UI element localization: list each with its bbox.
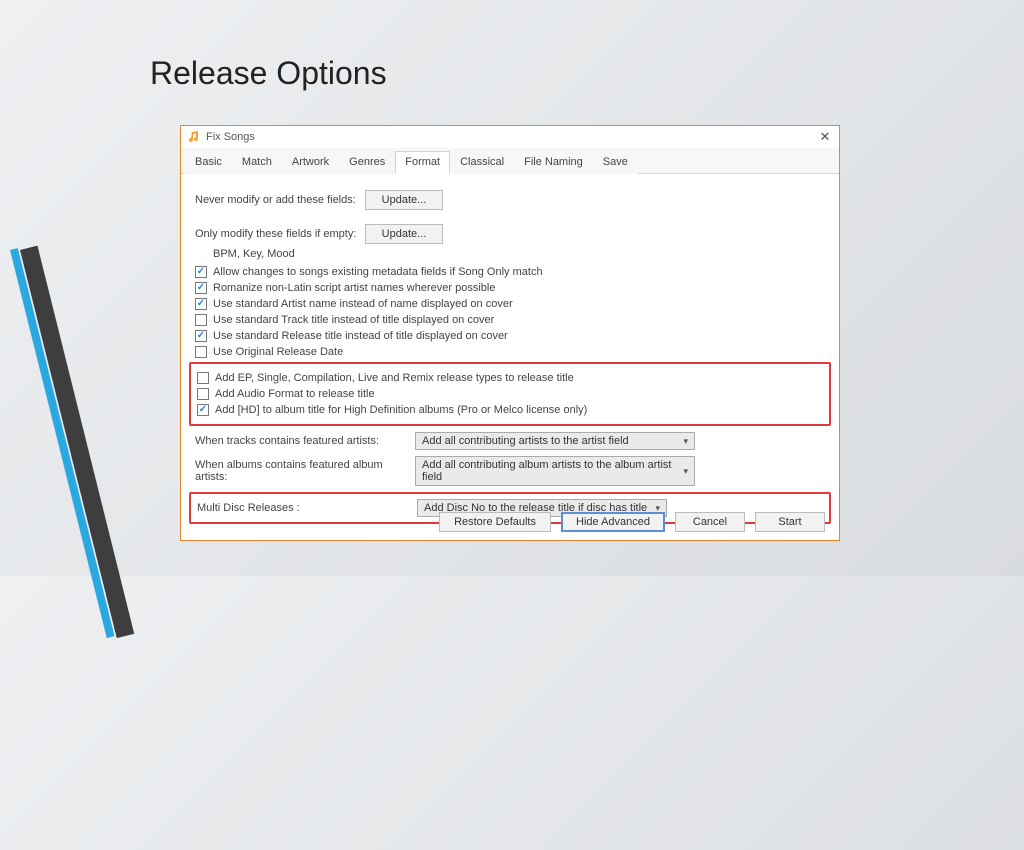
highlighted-release-options: Add EP, Single, Compilation, Live and Re…	[189, 362, 831, 426]
only-modify-values: BPM, Key, Mood	[213, 248, 825, 260]
checkbox-row: Use standard Artist name instead of name…	[195, 298, 825, 310]
checkbox-row: Add Audio Format to release title	[197, 388, 823, 400]
tab-file-naming[interactable]: File Naming	[514, 151, 593, 174]
featured-artists-select[interactable]: Add all contributing artists to the arti…	[415, 432, 695, 450]
checkbox-row: Use Original Release Date	[195, 346, 825, 358]
chevron-down-icon: ▾	[683, 466, 688, 477]
slide-decoration	[0, 0, 200, 850]
app-icon	[187, 130, 201, 144]
checkbox-row: Romanize non-Latin script artist names w…	[195, 282, 825, 294]
featured-artists-label: When tracks contains featured artists:	[195, 435, 415, 447]
featured-album-value: Add all contributing album artists to th…	[422, 459, 683, 483]
checkbox-row: Add EP, Single, Compilation, Live and Re…	[197, 372, 823, 384]
checkbox-label: Add [HD] to album title for High Definit…	[215, 404, 587, 416]
checkbox[interactable]	[195, 266, 207, 278]
checkbox-row: Use standard Release title instead of ti…	[195, 330, 825, 342]
checkbox[interactable]	[195, 282, 207, 294]
tab-artwork[interactable]: Artwork	[282, 151, 339, 174]
hide-advanced-button[interactable]: Hide Advanced	[561, 512, 665, 532]
chevron-down-icon: ▾	[683, 436, 688, 447]
tab-classical[interactable]: Classical	[450, 151, 514, 174]
titlebar: Fix Songs ✕	[181, 126, 839, 148]
restore-defaults-button[interactable]: Restore Defaults	[439, 512, 551, 532]
never-modify-update-button[interactable]: Update...	[365, 190, 443, 210]
checkbox[interactable]	[195, 346, 207, 358]
only-modify-row: Only modify these fields if empty: Updat…	[195, 224, 825, 244]
only-modify-label: Only modify these fields if empty:	[195, 228, 365, 240]
slide-title: Release Options	[150, 55, 387, 92]
tab-genres[interactable]: Genres	[339, 151, 395, 174]
window-title: Fix Songs	[206, 131, 817, 143]
start-button[interactable]: Start	[755, 512, 825, 532]
checkbox-list: Allow changes to songs existing metadata…	[195, 266, 825, 358]
never-modify-row: Never modify or add these fields: Update…	[195, 190, 825, 210]
multi-disc-label: Multi Disc Releases :	[197, 502, 417, 514]
checkbox-row: Allow changes to songs existing metadata…	[195, 266, 825, 278]
checkbox-label: Use standard Artist name instead of name…	[213, 298, 513, 310]
checkbox-row: Add [HD] to album title for High Definit…	[197, 404, 823, 416]
tab-basic[interactable]: Basic	[185, 151, 232, 174]
featured-artists-row: When tracks contains featured artists: A…	[195, 432, 825, 450]
tab-bar: BasicMatchArtworkGenresFormatClassicalFi…	[181, 148, 839, 174]
only-modify-update-button[interactable]: Update...	[365, 224, 443, 244]
featured-album-select[interactable]: Add all contributing album artists to th…	[415, 456, 695, 486]
checkbox-label: Add Audio Format to release title	[215, 388, 375, 400]
checkbox-label: Allow changes to songs existing metadata…	[213, 266, 543, 278]
featured-album-label: When albums contains featured album arti…	[195, 459, 415, 483]
checkbox-label: Add EP, Single, Compilation, Live and Re…	[215, 372, 574, 384]
tab-match[interactable]: Match	[232, 151, 282, 174]
checkbox-label: Use standard Track title instead of titl…	[213, 314, 494, 326]
checkbox-row: Use standard Track title instead of titl…	[195, 314, 825, 326]
checkbox[interactable]	[197, 388, 209, 400]
checkbox[interactable]	[195, 314, 207, 326]
featured-artists-value: Add all contributing artists to the arti…	[422, 435, 629, 447]
tab-content-format: Never modify or add these fields: Update…	[181, 174, 839, 536]
dialog-footer: Restore Defaults Hide Advanced Cancel St…	[439, 512, 825, 532]
checkbox[interactable]	[197, 372, 209, 384]
checkbox-label: Romanize non-Latin script artist names w…	[213, 282, 495, 294]
checkbox-label: Use Original Release Date	[213, 346, 343, 358]
close-icon[interactable]: ✕	[817, 129, 833, 145]
cancel-button[interactable]: Cancel	[675, 512, 745, 532]
checkbox-label: Use standard Release title instead of ti…	[213, 330, 508, 342]
checkbox[interactable]	[195, 298, 207, 310]
checkbox[interactable]	[195, 330, 207, 342]
tab-save[interactable]: Save	[593, 151, 638, 174]
tab-format[interactable]: Format	[395, 151, 450, 174]
featured-album-row: When albums contains featured album arti…	[195, 456, 825, 486]
fix-songs-window: Fix Songs ✕ BasicMatchArtworkGenresForma…	[180, 125, 840, 541]
never-modify-label: Never modify or add these fields:	[195, 194, 365, 206]
checkbox[interactable]	[197, 404, 209, 416]
